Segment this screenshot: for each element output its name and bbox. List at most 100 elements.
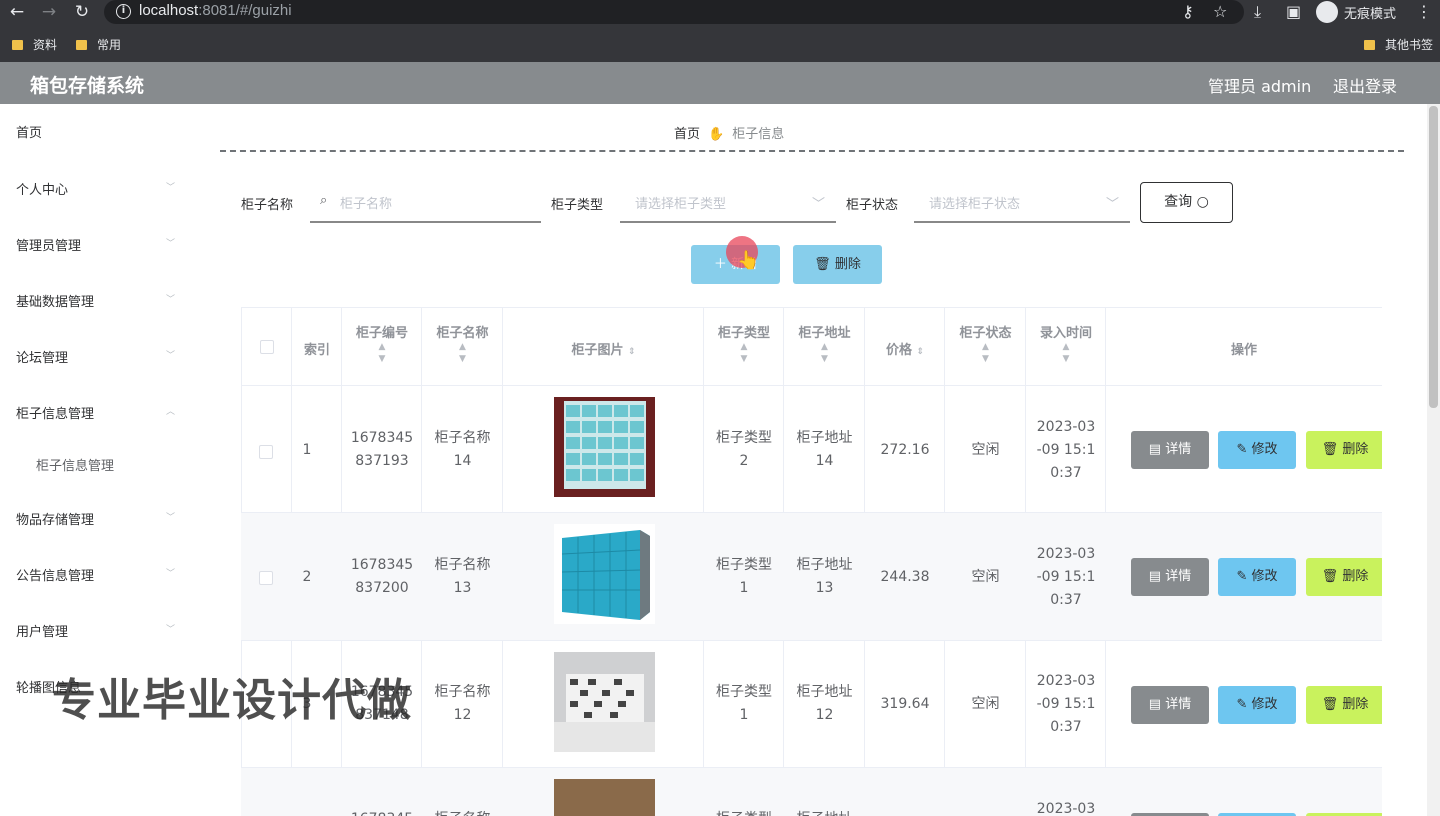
breadcrumb-home[interactable]: 首页 <box>674 127 700 142</box>
cell-address: 柜子地址 <box>784 808 865 816</box>
folder-icon <box>76 40 87 50</box>
sidebar-subitem-lockers[interactable]: 柜子信息管理 <box>36 455 114 474</box>
sidebar-item-forum[interactable]: 论坛管理 <box>16 347 68 366</box>
chevron-down-icon: ﹀ <box>1106 197 1120 212</box>
cell-name: 柜子名称 13 <box>434 557 491 596</box>
sidebar-item-notices[interactable]: 公告信息管理 <box>16 565 94 584</box>
back-icon[interactable]: ← <box>6 1 28 23</box>
sidebar-item-lockers[interactable]: 柜子信息管理 <box>16 403 94 422</box>
cell-type: 柜子类型 1 <box>716 684 772 723</box>
hand-icon: ✋ <box>708 127 725 142</box>
chevron-down-icon: ﹀ <box>166 625 176 635</box>
sort-icon[interactable]: ▲ ▼ <box>422 341 503 365</box>
row-checkbox[interactable] <box>259 445 273 459</box>
sort-icon[interactable]: ▲ ▼ <box>1026 341 1106 365</box>
row-checkbox[interactable] <box>259 571 273 585</box>
chevron-down-icon: ﹀ <box>166 513 176 523</box>
document-icon: ▤ <box>1148 569 1162 584</box>
browser-chrome: ← → ↻ i localhost:8081/#/guizhi ⚷ ☆ ⤓ ▣ … <box>0 0 1440 62</box>
cell-price: 319.64 <box>880 696 930 712</box>
chevron-down-icon: ﹀ <box>166 295 176 305</box>
bookmark-item[interactable]: 资料 <box>12 36 57 53</box>
edit-label: 修改 <box>1251 442 1278 457</box>
url-host: localhost <box>139 2 199 19</box>
scrollbar-thumb[interactable] <box>1429 106 1438 408</box>
query-button[interactable]: 查询 ○ <box>1140 182 1233 223</box>
bookmark-item[interactable]: 常用 <box>76 36 121 53</box>
sidebar-item-basedata[interactable]: 基础数据管理 <box>16 291 94 310</box>
locker-image <box>554 397 655 497</box>
status-filter-label: 柜子状态 <box>846 198 899 213</box>
delete-button[interactable]: 🗑 删除 <box>1306 558 1382 596</box>
sidebar-item-profile[interactable]: 个人中心 <box>16 179 68 198</box>
pencil-icon: ✎ <box>1236 697 1248 712</box>
name-placeholder: 柜子名称 <box>340 197 393 212</box>
site-info-icon[interactable]: i <box>116 4 131 19</box>
menu-icon[interactable]: ⋮ <box>1416 2 1432 22</box>
chevron-down-icon: ﹀ <box>166 183 176 193</box>
locker-photo <box>561 530 650 620</box>
sort-icon[interactable]: ▲ ▼ <box>945 341 1026 365</box>
cell-code: 1678345 837193 <box>350 430 414 469</box>
status-select[interactable]: 请选择柜子状态 ﹀ <box>914 183 1130 223</box>
breadcrumb-current: 柜子信息 <box>732 127 785 142</box>
key-icon[interactable]: ⚷ <box>1182 2 1194 22</box>
header-label: 柜子类型 <box>717 326 770 341</box>
delete-button[interactable]: 🗑 删除 <box>1306 431 1382 469</box>
chevron-down-icon: ﹀ <box>166 351 176 361</box>
reload-icon[interactable]: ↻ <box>71 1 93 23</box>
forward-icon[interactable]: → <box>38 1 60 23</box>
type-filter-label: 柜子类型 <box>551 198 604 213</box>
other-bookmarks[interactable]: 其他书签 <box>1364 36 1433 53</box>
divider <box>220 150 1404 152</box>
search-icon: ⌕ <box>320 193 328 208</box>
incognito-label[interactable]: 无痕模式 <box>1344 3 1396 22</box>
select-all-checkbox[interactable] <box>260 340 274 354</box>
type-select[interactable]: 请选择柜子类型 ﹀ <box>620 183 836 223</box>
chevron-down-icon: ﹀ <box>812 197 826 212</box>
sort-icon[interactable]: ▲ ▼ <box>704 341 784 365</box>
sidebar-item-storage[interactable]: 物品存储管理 <box>16 509 94 528</box>
delete-button[interactable]: 🗑 删除 <box>1306 686 1382 724</box>
sort-icon[interactable]: ▲ ▼ <box>784 341 865 365</box>
name-search-input[interactable]: ⌕ 柜子名称 <box>310 183 541 223</box>
trash-icon: 🗑 <box>1321 697 1339 712</box>
edit-button[interactable]: ✎ 修改 <box>1218 686 1296 724</box>
bookmark-label: 资料 <box>33 38 58 52</box>
sidebar-item-users[interactable]: 用户管理 <box>16 621 68 640</box>
logout-link[interactable]: 退出登录 <box>1333 73 1397 97</box>
download-icon[interactable]: ⤓ <box>1254 2 1261 22</box>
sort-icon[interactable]: ⇕ <box>917 347 925 357</box>
sort-icon[interactable]: ⇕ <box>628 347 636 357</box>
detail-button[interactable]: ▤ 详情 <box>1131 686 1209 724</box>
delete-label: 删除 <box>1342 442 1369 457</box>
trash-icon: 🗑 <box>1321 442 1339 457</box>
header-label: 柜子状态 <box>959 326 1012 341</box>
detail-label: 详情 <box>1165 569 1192 584</box>
sort-icon[interactable]: ▲ ▼ <box>342 341 422 365</box>
url-text[interactable]: localhost:8081/#/guizhi <box>139 2 292 19</box>
cell-type: 柜子类型 <box>704 808 784 816</box>
app-title: 箱包存储系统 <box>30 75 145 97</box>
chevron-down-icon: ﹀ <box>166 239 176 249</box>
cell-status: 空闲 <box>971 442 1000 458</box>
detail-button[interactable]: ▤ 详情 <box>1131 431 1209 469</box>
batch-delete-button[interactable]: 🗑 删除 <box>793 245 882 284</box>
sidepanel-icon[interactable]: ▣ <box>1286 2 1301 22</box>
header-label: 柜子地址 <box>798 326 851 341</box>
bookmarks-bar: 资料 常用 其他书签 <box>0 32 1440 56</box>
edit-button[interactable]: ✎ 修改 <box>1218 431 1296 469</box>
locker-table: 索引 柜子编号 ▲ ▼ 柜子名称 ▲ ▼ 柜子图片 ⇕ 柜子类型 ▲ ▼ 柜子地址 ▲ ▼ 价格… <box>241 307 1382 816</box>
status-placeholder: 请选择柜子状态 <box>929 197 1021 212</box>
cell-address: 柜子地址 12 <box>796 684 853 723</box>
star-icon[interactable]: ☆ <box>1213 2 1227 22</box>
trash-icon: 🗑 <box>814 257 831 272</box>
detail-button[interactable]: ▤ 详情 <box>1131 558 1209 596</box>
incognito-icon[interactable] <box>1316 1 1338 23</box>
edit-button[interactable]: ✎ 修改 <box>1218 558 1296 596</box>
sidebar-item-admins[interactable]: 管理员管理 <box>16 235 81 254</box>
header-label: 价格 <box>885 343 912 358</box>
sidebar-item-home[interactable]: 首页 <box>16 122 42 141</box>
cell-time: 2023-03 -09 15:1 0:37 <box>1036 546 1096 608</box>
search-icon: ○ <box>1196 194 1209 210</box>
